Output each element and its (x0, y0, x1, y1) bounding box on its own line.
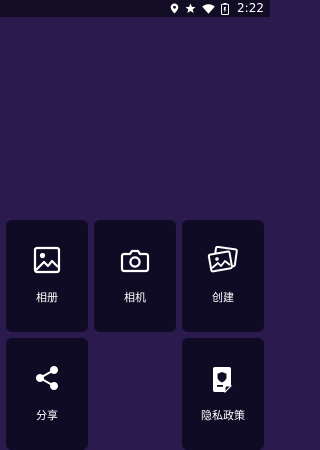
image-icon (33, 246, 61, 278)
gallery-button[interactable]: 相册 (6, 220, 88, 332)
star-icon (185, 3, 196, 14)
camera-label: 相机 (124, 291, 146, 304)
location-icon (170, 3, 179, 14)
camera-icon (120, 246, 150, 278)
privacy-policy-label: 隐私政策 (201, 409, 245, 422)
privacy-policy-button[interactable]: 隐私政策 (182, 338, 264, 450)
camera-button[interactable]: 相机 (94, 220, 176, 332)
create-label: 创建 (212, 291, 234, 304)
wifi-icon (202, 3, 215, 14)
create-button[interactable]: 创建 (182, 220, 264, 332)
share-label: 分享 (36, 409, 58, 422)
share-icon (33, 364, 61, 396)
status-bar: 2:22 (0, 0, 270, 17)
battery-icon (221, 2, 230, 15)
gallery-label: 相册 (36, 291, 58, 304)
images-stack-icon (207, 245, 239, 278)
clock: 2:22 (237, 1, 264, 15)
share-button[interactable]: 分享 (6, 338, 88, 450)
privacy-policy-icon (210, 364, 236, 398)
